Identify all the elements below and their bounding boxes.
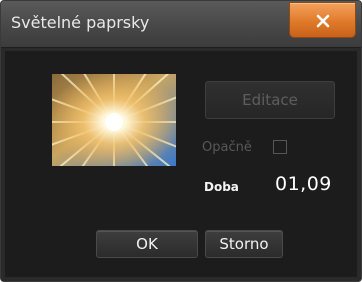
edit-button[interactable]: Editace [205,81,335,119]
cancel-button[interactable]: Storno [205,230,283,258]
light-rays-preview-icon [52,74,176,166]
close-button[interactable] [289,2,356,38]
light-rays-dialog: Světelné paprsky Editace Opačně Doba 01,… [0,0,362,282]
duration-value[interactable]: 01,09 [275,173,332,195]
light-rays-preview-image [52,74,176,166]
ok-button[interactable]: OK [96,230,198,258]
reverse-label: Opačně [202,140,252,155]
close-icon [316,14,330,28]
dialog-title: Světelné paprsky [11,13,150,32]
duration-label: Doba [204,180,239,194]
title-bar[interactable]: Světelné paprsky [1,1,361,48]
reverse-checkbox[interactable] [273,140,287,154]
